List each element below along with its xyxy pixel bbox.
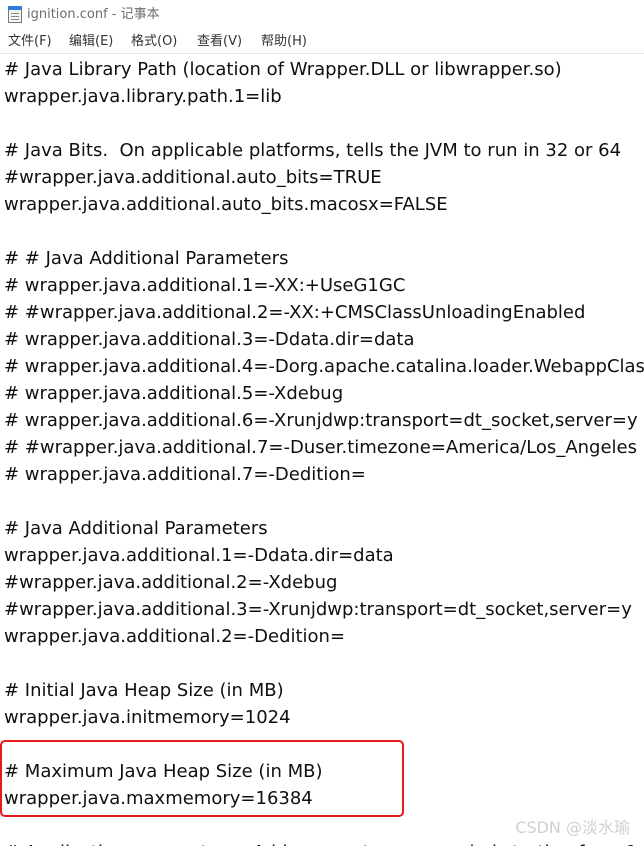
editor-line: # # Java Additional Parameters (4, 248, 289, 269)
csdn-watermark: CSDN @淡水瑜 (515, 818, 630, 837)
title-bar: ignition.conf - 记事本 (0, 0, 644, 30)
editor-line: wrapper.java.additional.2=-Dedition= (4, 626, 346, 647)
editor-line: # wrapper.java.additional.7=-Dedition= (4, 464, 366, 485)
notepad-icon (8, 6, 22, 23)
editor-line: # #wrapper.java.additional.7=-Duser.time… (4, 437, 637, 458)
editor-line: # wrapper.java.additional.5=-Xdebug (4, 383, 344, 404)
editor-line: # Java Library Path (location of Wrapper… (4, 59, 562, 80)
editor-line: # Maximum Java Heap Size (in MB) (4, 761, 323, 782)
editor-line: #wrapper.java.additional.2=-Xdebug (4, 572, 338, 593)
code-lines: # Java Library Path (location of Wrapper… (4, 56, 644, 846)
editor-line: wrapper.java.initmemory=1024 (4, 707, 291, 728)
editor-line: # Java Additional Parameters (4, 518, 268, 539)
editor-line: wrapper.java.additional.1=-Ddata.dir=dat… (4, 545, 394, 566)
editor-line: # Java Bits. On applicable platforms, te… (4, 140, 622, 161)
editor-line: # Application parameters. Add parameters… (4, 839, 644, 846)
text-editor-area[interactable]: # Java Library Path (location of Wrapper… (0, 54, 644, 846)
window-title: ignition.conf - 记事本 (27, 7, 160, 22)
menu-edit[interactable]: 编辑(E) (69, 33, 113, 50)
editor-line: # wrapper.java.additional.4=-Dorg.apache… (4, 356, 644, 377)
editor-line: # wrapper.java.additional.6=-Xrunjdwp:tr… (4, 410, 638, 431)
editor-line: # wrapper.java.additional.1=-XX:+UseG1GC (4, 275, 406, 296)
menu-help[interactable]: 帮助(H) (261, 33, 307, 50)
editor-line: wrapper.java.library.path.1=lib (4, 86, 282, 107)
menu-file[interactable]: 文件(F) (8, 33, 52, 50)
menu-format[interactable]: 格式(O) (131, 33, 177, 50)
editor-line: #wrapper.java.additional.3=-Xrunjdwp:tra… (4, 599, 632, 620)
editor-line: wrapper.java.additional.auto_bits.macosx… (4, 194, 448, 215)
editor-line: # Initial Java Heap Size (in MB) (4, 680, 284, 701)
menu-bar: 文件(F) 编辑(E) 格式(O) 查看(V) 帮助(H) (0, 30, 644, 54)
editor-line: # #wrapper.java.additional.2=-XX:+CMSCla… (4, 302, 586, 323)
menu-view[interactable]: 查看(V) (197, 33, 242, 50)
editor-line: # wrapper.java.additional.3=-Ddata.dir=d… (4, 329, 415, 350)
editor-line: #wrapper.java.additional.auto_bits=TRUE (4, 167, 382, 188)
editor-line: wrapper.java.maxmemory=16384 (4, 788, 313, 809)
